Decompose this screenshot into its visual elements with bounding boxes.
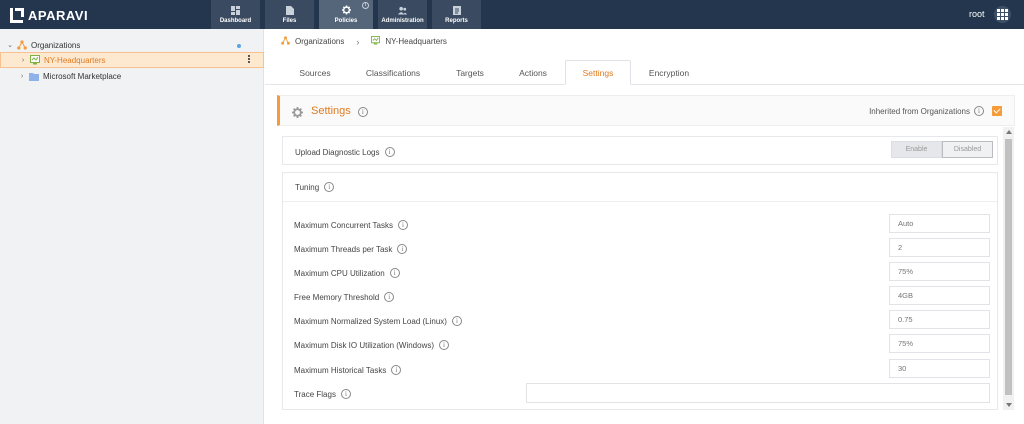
diagnostic-toggle: Enable Disabled bbox=[891, 141, 993, 158]
tab-settings[interactable]: Settings bbox=[565, 60, 631, 85]
scroll-down-icon[interactable] bbox=[1006, 403, 1012, 407]
info-icon[interactable]: i bbox=[357, 107, 368, 117]
tab-actions[interactable]: Actions bbox=[509, 60, 557, 85]
main-nav: Dashboard Files Policies i Administratio… bbox=[211, 0, 486, 29]
chevron-down-icon[interactable]: ⌄ bbox=[6, 41, 14, 49]
trace-flags-label: Trace Flags i bbox=[294, 389, 351, 399]
breadcrumb-organizations[interactable]: Organizations bbox=[295, 37, 344, 46]
info-icon[interactable]: i bbox=[340, 389, 351, 399]
user-name[interactable]: root bbox=[969, 9, 985, 19]
max-concurrent-tasks-label: Maximum Concurrent Tasks i bbox=[294, 220, 408, 230]
settings-panel-header: Settings i Inherited from Organizations … bbox=[277, 95, 1015, 126]
max-cpu-utilization-input[interactable] bbox=[889, 262, 990, 281]
breadcrumb-current: NY-Headquarters bbox=[385, 37, 447, 46]
users-icon bbox=[398, 6, 407, 15]
info-icon[interactable]: i bbox=[384, 292, 395, 302]
server-icon bbox=[371, 36, 381, 47]
apps-grid-icon[interactable] bbox=[994, 6, 1011, 23]
max-system-load-label: Maximum Normalized System Load (Linux) i bbox=[294, 316, 462, 326]
logo-mark-icon bbox=[10, 8, 24, 23]
nav-dashboard[interactable]: Dashboard bbox=[211, 0, 260, 29]
max-historical-tasks-input[interactable] bbox=[889, 359, 990, 378]
enable-button[interactable]: Enable bbox=[891, 141, 942, 158]
info-icon[interactable]: i bbox=[439, 340, 450, 350]
scroll-up-icon[interactable] bbox=[1006, 130, 1012, 134]
status-dot bbox=[237, 44, 241, 48]
nav-reports[interactable]: Reports bbox=[432, 0, 481, 29]
top-bar: APARAVI Dashboard Files Policies i Admin… bbox=[0, 0, 1024, 29]
info-icon[interactable]: i bbox=[391, 365, 402, 375]
gear-icon bbox=[341, 5, 351, 15]
tab-targets[interactable]: Targets bbox=[445, 60, 495, 85]
max-threads-per-task-input[interactable] bbox=[889, 238, 990, 257]
report-icon bbox=[452, 5, 461, 15]
inherited-checkbox[interactable] bbox=[992, 106, 1002, 116]
tab-sources[interactable]: Sources bbox=[289, 60, 341, 85]
free-memory-threshold-label: Free Memory Threshold i bbox=[294, 292, 395, 302]
disabled-button[interactable]: Disabled bbox=[942, 141, 993, 158]
free-memory-threshold-input[interactable] bbox=[889, 286, 990, 305]
nav-policies[interactable]: Policies i bbox=[319, 0, 373, 29]
dashboard-icon bbox=[231, 5, 240, 15]
chevron-right-icon[interactable]: › bbox=[19, 57, 27, 64]
tree-item-ny-headquarters[interactable]: › NY-Headquarters bbox=[0, 52, 264, 68]
info-icon[interactable]: i bbox=[389, 268, 400, 278]
info-badge-icon: i bbox=[362, 2, 369, 9]
max-disk-io-input[interactable] bbox=[889, 334, 990, 353]
folder-icon bbox=[29, 71, 39, 81]
chevron-right-icon: › bbox=[356, 36, 360, 47]
max-threads-per-task-label: Maximum Threads per Task i bbox=[294, 244, 408, 254]
inherited-setting: Inherited from Organizations i bbox=[869, 106, 1002, 116]
info-icon[interactable]: i bbox=[398, 220, 408, 230]
nav-administration[interactable]: Administration bbox=[378, 0, 427, 29]
scrollbar[interactable] bbox=[1003, 127, 1014, 410]
gear-icon bbox=[292, 105, 303, 118]
diagnostic-logs-card: Upload Diagnostic Logs i Enable Disabled bbox=[282, 136, 998, 165]
diagnostic-logs-label: Upload Diagnostic Logs i bbox=[295, 147, 395, 157]
max-concurrent-tasks-input[interactable] bbox=[889, 214, 990, 233]
organization-icon bbox=[281, 36, 290, 47]
organization-icon bbox=[17, 40, 27, 50]
chevron-right-icon[interactable]: › bbox=[18, 73, 26, 80]
file-icon bbox=[285, 5, 294, 15]
server-icon bbox=[30, 55, 40, 65]
max-disk-io-label: Maximum Disk IO Utilization (Windows) i bbox=[294, 340, 450, 350]
aparavi-logo[interactable]: APARAVI bbox=[10, 7, 88, 23]
info-icon[interactable]: i bbox=[324, 182, 335, 192]
sidebar bbox=[0, 29, 264, 424]
more-options-icon[interactable] bbox=[248, 55, 251, 63]
tuning-label: Tuning i bbox=[295, 182, 335, 192]
tab-classifications[interactable]: Classifications bbox=[357, 60, 429, 85]
divider bbox=[283, 201, 997, 202]
info-icon[interactable]: i bbox=[451, 316, 462, 326]
max-historical-tasks-label: Maximum Historical Tasks i bbox=[294, 365, 402, 375]
scroll-thumb[interactable] bbox=[1005, 139, 1012, 395]
trace-flags-input[interactable] bbox=[526, 383, 990, 403]
tab-encryption[interactable]: Encryption bbox=[639, 60, 699, 85]
breadcrumb: Organizations › NY-Headquarters bbox=[281, 36, 447, 47]
tab-bar: Sources Classifications Targets Actions … bbox=[265, 60, 1024, 85]
max-system-load-input[interactable] bbox=[889, 310, 990, 329]
info-icon[interactable]: i bbox=[974, 106, 984, 116]
max-cpu-utilization-label: Maximum CPU Utilization i bbox=[294, 268, 400, 278]
tree-item-microsoft-marketplace[interactable]: › Microsoft Marketplace bbox=[18, 68, 121, 84]
info-icon[interactable]: i bbox=[397, 244, 408, 254]
info-icon[interactable]: i bbox=[384, 147, 395, 157]
nav-files[interactable]: Files bbox=[265, 0, 314, 29]
tree-item-organizations[interactable]: ⌄ Organizations bbox=[6, 37, 80, 53]
panel-title: Settings i bbox=[311, 105, 368, 117]
